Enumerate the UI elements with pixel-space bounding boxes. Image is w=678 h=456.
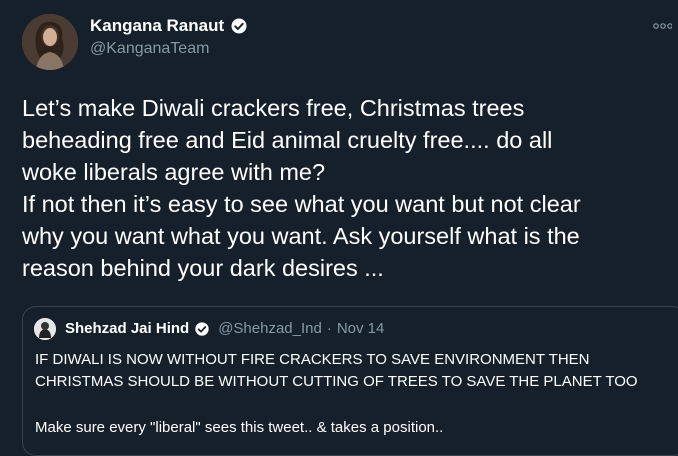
quote-date[interactable]: Nov 14 [337, 320, 385, 337]
quote-header: Shehzad Jai Hind @Shehzad_Ind · Nov 14 [65, 320, 384, 337]
quoted-tweet[interactable]: Shehzad Jai Hind @Shehzad_Ind · Nov 14 I… [22, 306, 678, 456]
author-name-row[interactable]: Kangana Ranaut [90, 16, 248, 36]
quote-author-handle[interactable]: @Shehzad_Ind [218, 320, 322, 337]
quote-text-secondary: Make sure every "liberal" sees this twee… [35, 419, 444, 436]
verified-badge-icon [195, 321, 209, 336]
quote-author-avatar[interactable] [34, 318, 56, 340]
quote-separator: · [326, 320, 332, 337]
author-name[interactable]: Kangana Ranaut [90, 16, 224, 36]
verified-badge-icon [231, 18, 247, 34]
author-handle[interactable]: @KanganaTeam [90, 40, 209, 58]
more-options-icon[interactable] [652, 22, 672, 30]
quote-author-name[interactable]: Shehzad Jai Hind [65, 320, 189, 337]
quote-text: IF DIWALI IS NOW WITHOUT FIRE CRACKERS T… [35, 351, 638, 390]
author-avatar[interactable] [22, 14, 78, 70]
tweet-text: Let’s make Diwali crackers free, Christm… [22, 95, 581, 281]
